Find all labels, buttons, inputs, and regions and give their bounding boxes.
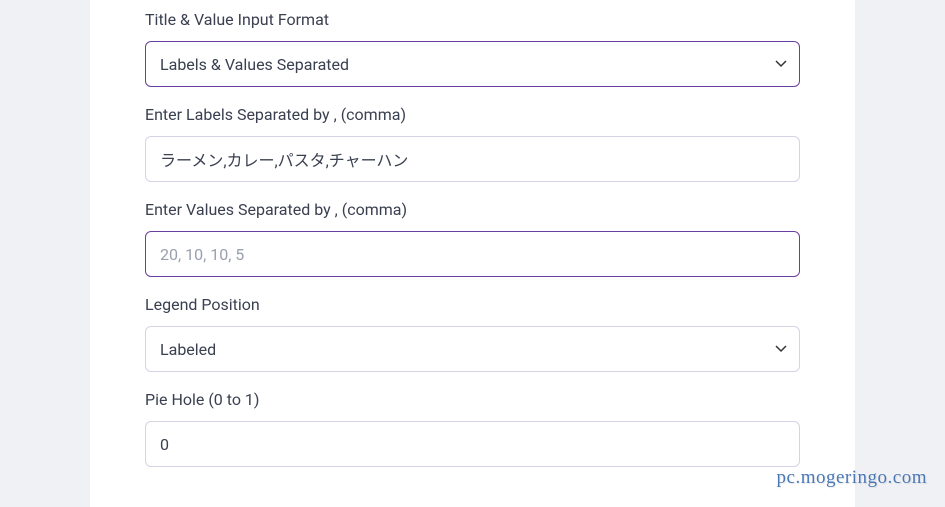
- select-legend-position[interactable]: Labeled: [145, 326, 800, 372]
- input-values[interactable]: [145, 231, 800, 277]
- label-pie-hole: Pie Hole (0 to 1): [145, 390, 800, 409]
- label-values-input: Enter Values Separated by , (comma): [145, 200, 800, 219]
- label-labels-input: Enter Labels Separated by , (comma): [145, 105, 800, 124]
- label-legend-position: Legend Position: [145, 295, 800, 314]
- field-labels: Enter Labels Separated by , (comma): [145, 95, 800, 190]
- field-title-format: Title & Value Input Format Labels & Valu…: [145, 0, 800, 95]
- input-labels[interactable]: [145, 136, 800, 182]
- field-values: Enter Values Separated by , (comma): [145, 190, 800, 285]
- select-title-format[interactable]: Labels & Values Separated: [145, 41, 800, 87]
- field-pie-hole: Pie Hole (0 to 1): [145, 380, 800, 475]
- form-card: Title & Value Input Format Labels & Valu…: [90, 0, 855, 507]
- input-pie-hole[interactable]: [145, 421, 800, 467]
- field-legend-position: Legend Position Labeled: [145, 285, 800, 380]
- label-title-format: Title & Value Input Format: [145, 10, 800, 29]
